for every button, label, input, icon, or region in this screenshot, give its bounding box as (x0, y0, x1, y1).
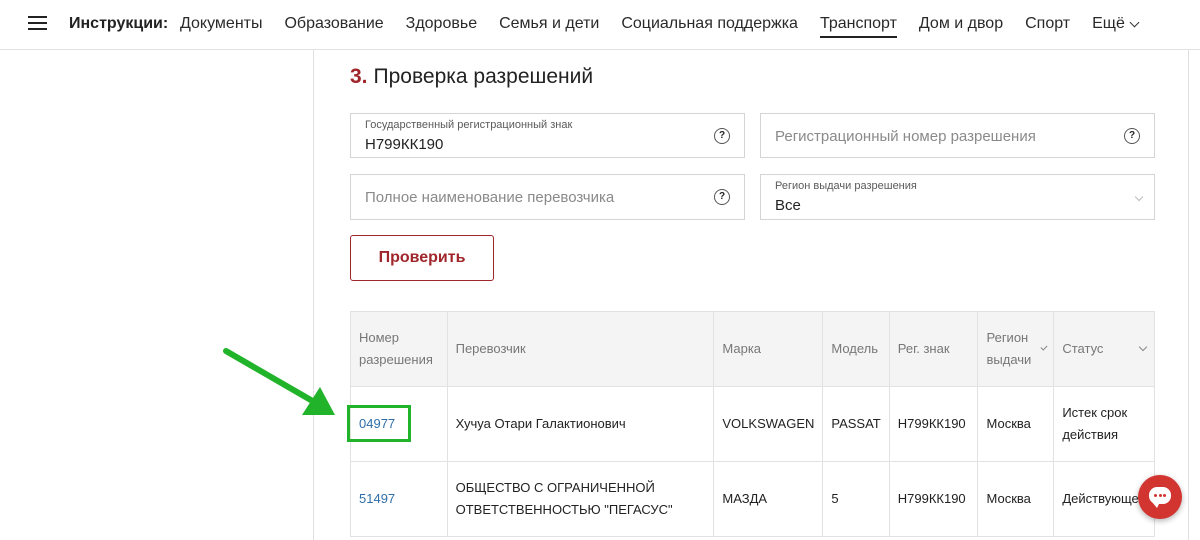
nav-item-transport[interactable]: Транспорт (819, 15, 897, 38)
nav-item-social-support[interactable]: Социальная поддержка (621, 15, 798, 33)
question-icon[interactable]: ? (1124, 128, 1140, 144)
col-header-status[interactable]: Статус (1053, 311, 1155, 387)
nav-items: Документы Образование Здоровье Семья и д… (180, 15, 1160, 38)
question-icon[interactable]: ? (714, 189, 730, 205)
table-header-row: Номер разрешения Перевозчик Марка Модель… (350, 311, 1155, 387)
region-select-label: Регион выдачи разрешения (775, 180, 917, 192)
nav-item-home[interactable]: Дом и двор (919, 15, 1003, 33)
plate-field[interactable]: Государственный регистрационный знак Н79… (350, 113, 745, 158)
model-cell: 5 (822, 461, 890, 537)
carrier-cell: ОБЩЕСТВО С ОГРАНИЧЕННОЙ ОТВЕТСТВЕННОСТЬЮ… (446, 461, 715, 537)
carrier-cell: Хучуа Отари Галактионович (446, 386, 715, 462)
carrier-name-field[interactable]: Полное наименование перевозчика ? (350, 174, 745, 220)
table-row: 04977 Хучуа Отари Галактионович VOLKSWAG… (350, 386, 1155, 462)
section-title: 3. Проверка разрешений (350, 65, 593, 89)
arrow-icon (223, 348, 335, 415)
col-header-status-label: Статус (1062, 341, 1104, 356)
brand-cell: VOLKSWAGEN (713, 386, 824, 462)
question-icon[interactable]: ? (714, 128, 730, 144)
permit-link[interactable]: 04977 (359, 416, 395, 431)
col-header-plate: Рег. знак (888, 311, 979, 387)
col-header-carrier: Перевозчик (446, 311, 715, 387)
nav-more-button[interactable]: Ещё (1092, 15, 1140, 33)
permit-number-placeholder: Регистрационный номер разрешения (775, 128, 1036, 145)
region-cell: Москва (977, 386, 1055, 462)
nav-item-family[interactable]: Семья и дети (499, 15, 599, 33)
col-header-region[interactable]: Регион выдачи (977, 311, 1055, 387)
nav-more-label: Ещё (1092, 15, 1125, 32)
col-header-region-label: Регион выдачи (986, 330, 1032, 367)
status-cell: Истек срок действия (1053, 386, 1155, 462)
nav-item-health[interactable]: Здоровье (406, 15, 477, 33)
section-title-text: Проверка разрешений (373, 65, 594, 88)
region-cell: Москва (977, 461, 1055, 537)
content-divider-right (1188, 50, 1189, 540)
nav-item-documents[interactable]: Документы (180, 15, 262, 33)
results-table: Номер разрешения Перевозчик Марка Модель… (350, 311, 1155, 537)
col-header-brand: Марка (713, 311, 824, 387)
col-header-permit: Номер разрешения (350, 311, 448, 387)
col-header-model: Модель (822, 311, 890, 387)
chevron-down-icon (1134, 192, 1144, 202)
plate-cell: Н799КК190 (888, 461, 979, 537)
permit-number-field[interactable]: Регистрационный номер разрешения ? (760, 113, 1155, 158)
plate-cell: Н799КК190 (888, 386, 979, 462)
chevron-down-icon (1129, 17, 1140, 27)
top-navigation: Инструкции: Документы Образование Здоров… (0, 0, 1200, 50)
table-row: 51497 ОБЩЕСТВО С ОГРАНИЧЕННОЙ ОТВЕТСТВЕН… (350, 461, 1155, 537)
chevron-down-icon (1040, 343, 1047, 351)
check-button[interactable]: Проверить (350, 235, 494, 281)
region-select[interactable]: Регион выдачи разрешения Все (760, 174, 1155, 220)
plate-field-label: Государственный регистрационный знак (365, 119, 573, 131)
content-divider-left (313, 50, 314, 540)
nav-item-sport[interactable]: Спорт (1025, 15, 1070, 33)
brand-cell: МАЗДА (713, 461, 824, 537)
region-select-value: Все (775, 197, 801, 214)
chevron-down-icon (1138, 342, 1148, 352)
nav-item-education[interactable]: Образование (284, 15, 383, 33)
nav-title: Инструкции: (69, 15, 169, 32)
model-cell: PASSAT (822, 386, 890, 462)
section-number: 3. (350, 65, 368, 88)
carrier-name-placeholder: Полное наименование перевозчика (365, 189, 615, 206)
chat-icon[interactable] (1138, 475, 1182, 519)
plate-field-value: Н799КК190 (365, 136, 444, 153)
hamburger-icon[interactable] (28, 16, 47, 31)
permit-link[interactable]: 51497 (359, 491, 395, 506)
